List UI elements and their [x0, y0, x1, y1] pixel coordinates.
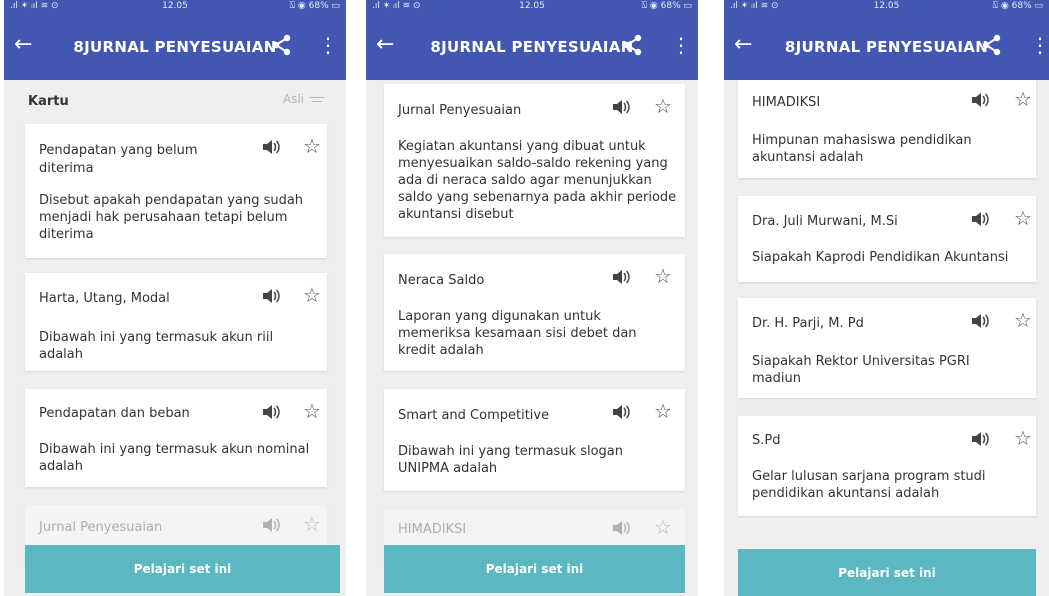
phone-screen-3: .ıl ✶ ᵢıl ≋ ⊙ 12.05 ⍂ ◉ 68% ▭ ← 8JURNAL …	[724, 0, 1049, 596]
flashcard[interactable]: Neraca Saldo Laporan yang digunakan untu…	[384, 254, 685, 371]
share-icon[interactable]	[982, 34, 1002, 60]
star-outline-icon[interactable]: ☆	[1014, 310, 1032, 330]
star-outline-icon[interactable]: ☆	[303, 136, 321, 156]
phone-screen-1: .ıl ✶ ᵢıl ≋ ⊙ 12.05 ⍂ ◉ 68% ▭ ← 8JURNAL …	[4, 0, 346, 596]
more-vert-icon[interactable]: ⋮	[671, 35, 691, 55]
flashcard[interactable]: Harta, Utang, Modal Dibawah ini yang ter…	[25, 273, 327, 371]
card-definition: Laporan yang digunakan untuk memeriksa k…	[398, 309, 637, 358]
flashcard[interactable]: Pendapatan dan beban Dibawah ini yang te…	[25, 389, 327, 487]
battery-indicator: ⍂ ◉ 68% ▭	[289, 1, 340, 11]
star-outline-icon[interactable]: ☆	[654, 517, 672, 537]
speaker-icon[interactable]	[612, 99, 630, 119]
star-outline-icon[interactable]: ☆	[303, 285, 321, 305]
speaker-icon[interactable]	[262, 139, 280, 159]
study-set-button[interactable]: Pelajari set ini	[25, 545, 340, 593]
card-term: Neraca Saldo	[398, 273, 485, 288]
cards-label: Kartu	[28, 94, 69, 109]
speaker-icon[interactable]	[262, 288, 280, 308]
flashcard[interactable]: S.Pd Gelar lulusan sarjana program studi…	[738, 416, 1036, 516]
speaker-icon[interactable]	[971, 313, 989, 333]
card-definition: Dibawah ini yang termasuk akun riil adal…	[39, 330, 274, 362]
star-outline-icon[interactable]: ☆	[654, 401, 672, 421]
speaker-icon[interactable]	[262, 517, 280, 537]
flashcard[interactable]: Pendapatan yang belum diterima Disebut a…	[25, 124, 327, 258]
card-term: Jurnal Penyesuaian	[398, 103, 522, 118]
speaker-icon[interactable]	[971, 92, 989, 112]
battery-indicator: ⍂ ◉ 68% ▭	[992, 1, 1043, 11]
status-bar: .ıl ✶ ᵢıl ≋ ⊙ 12.05 ⍂ ◉ 68% ▭	[4, 0, 346, 14]
card-definition: Siapakah Kaprodi Pendidikan Akuntansi	[752, 250, 1009, 265]
card-definition: Siapakah Rektor Universitas PGRI madiun	[752, 354, 970, 386]
more-vert-icon[interactable]: ⋮	[318, 35, 338, 55]
app-bar: ← 8JURNAL PENYESUAIAN ⋮	[724, 14, 1049, 80]
phone-screen-2: .ıl ✶ ᵢıl ≋ ⊙ 12.05 ⍂ ◉ 68% ▭ ← 8JURNAL …	[366, 0, 698, 596]
app-bar: ← 8JURNAL PENYESUAIAN ⋮	[4, 14, 346, 80]
card-term: HIMADIKSI	[752, 95, 821, 110]
speaker-icon[interactable]	[262, 404, 280, 424]
card-term: Pendapatan dan beban	[39, 406, 190, 421]
card-term: HIMADIKSI	[398, 522, 467, 537]
speaker-icon[interactable]	[971, 211, 989, 231]
card-definition: Gelar lulusan sarjana program studi pend…	[752, 469, 986, 501]
card-definition: Disebut apakah pendapatan yang sudah men…	[39, 193, 304, 242]
star-outline-icon[interactable]: ☆	[1014, 89, 1032, 109]
status-bar: .ıl ✶ ᵢıl ≋ ⊙ 12.05 ⍂ ◉ 68% ▭	[724, 0, 1049, 14]
speaker-icon[interactable]	[612, 269, 630, 289]
flashcard[interactable]: Dra. Juli Murwani, M.Si Siapakah Kaprodi…	[738, 196, 1036, 282]
star-outline-icon[interactable]: ☆	[303, 514, 321, 534]
share-icon[interactable]	[272, 34, 292, 60]
speaker-icon[interactable]	[612, 404, 630, 424]
flashcard[interactable]: Smart and Competitive Dibawah ini yang t…	[384, 389, 685, 491]
flashcard[interactable]: Jurnal Penyesuaian Kegiatan akuntansi ya…	[384, 84, 685, 237]
card-definition: Dibawah ini yang termasuk slogan UNIPMA …	[398, 444, 623, 476]
flashcard[interactable]: HIMADIKSI Himpunan mahasiswa pendidikan …	[738, 80, 1036, 178]
list-header: Kartu Asli	[4, 80, 346, 120]
flashcard[interactable]: Dr. H. Parji, M. Pd Siapakah Rektor Univ…	[738, 298, 1036, 398]
star-outline-icon[interactable]: ☆	[303, 401, 321, 421]
speaker-icon[interactable]	[612, 520, 630, 540]
page-title: 8JURNAL PENYESUAIAN	[430, 38, 634, 56]
more-vert-icon[interactable]: ⋮	[1030, 35, 1049, 55]
card-term: Smart and Competitive	[398, 408, 550, 423]
sort-icon	[310, 94, 324, 105]
share-icon[interactable]	[623, 34, 643, 60]
battery-indicator: ⍂ ◉ 68% ▭	[641, 1, 692, 11]
card-term: Pendapatan yang belum diterima	[39, 143, 198, 176]
star-outline-icon[interactable]: ☆	[1014, 428, 1032, 448]
card-term: Jurnal Penyesuaian	[39, 520, 163, 535]
card-definition: Kegiatan akuntansi yang dibuat untuk men…	[398, 139, 677, 222]
status-bar: .ıl ✶ ᵢıl ≋ ⊙ 12.05 ⍂ ◉ 68% ▭	[366, 0, 698, 14]
card-definition: Dibawah ini yang termasuk akun nominal a…	[39, 442, 310, 474]
card-definition: Himpunan mahasiswa pendidikan akuntansi …	[752, 133, 972, 165]
card-term: Harta, Utang, Modal	[39, 291, 170, 306]
card-term: Dr. H. Parji, M. Pd	[752, 316, 864, 331]
card-term: Dra. Juli Murwani, M.Si	[752, 214, 898, 229]
page-title: 8JURNAL PENYESUAIAN	[73, 38, 277, 56]
sort-button[interactable]: Asli	[283, 92, 324, 106]
study-set-button[interactable]: Pelajari set ini	[738, 549, 1036, 596]
study-set-button[interactable]: Pelajari set ini	[384, 545, 685, 593]
card-term: S.Pd	[752, 433, 781, 448]
app-bar: ← 8JURNAL PENYESUAIAN ⋮	[366, 14, 698, 80]
star-outline-icon[interactable]: ☆	[1014, 208, 1032, 228]
star-outline-icon[interactable]: ☆	[654, 266, 672, 286]
star-outline-icon[interactable]: ☆	[654, 96, 672, 116]
speaker-icon[interactable]	[971, 431, 989, 451]
sort-label: Asli	[282, 92, 304, 106]
